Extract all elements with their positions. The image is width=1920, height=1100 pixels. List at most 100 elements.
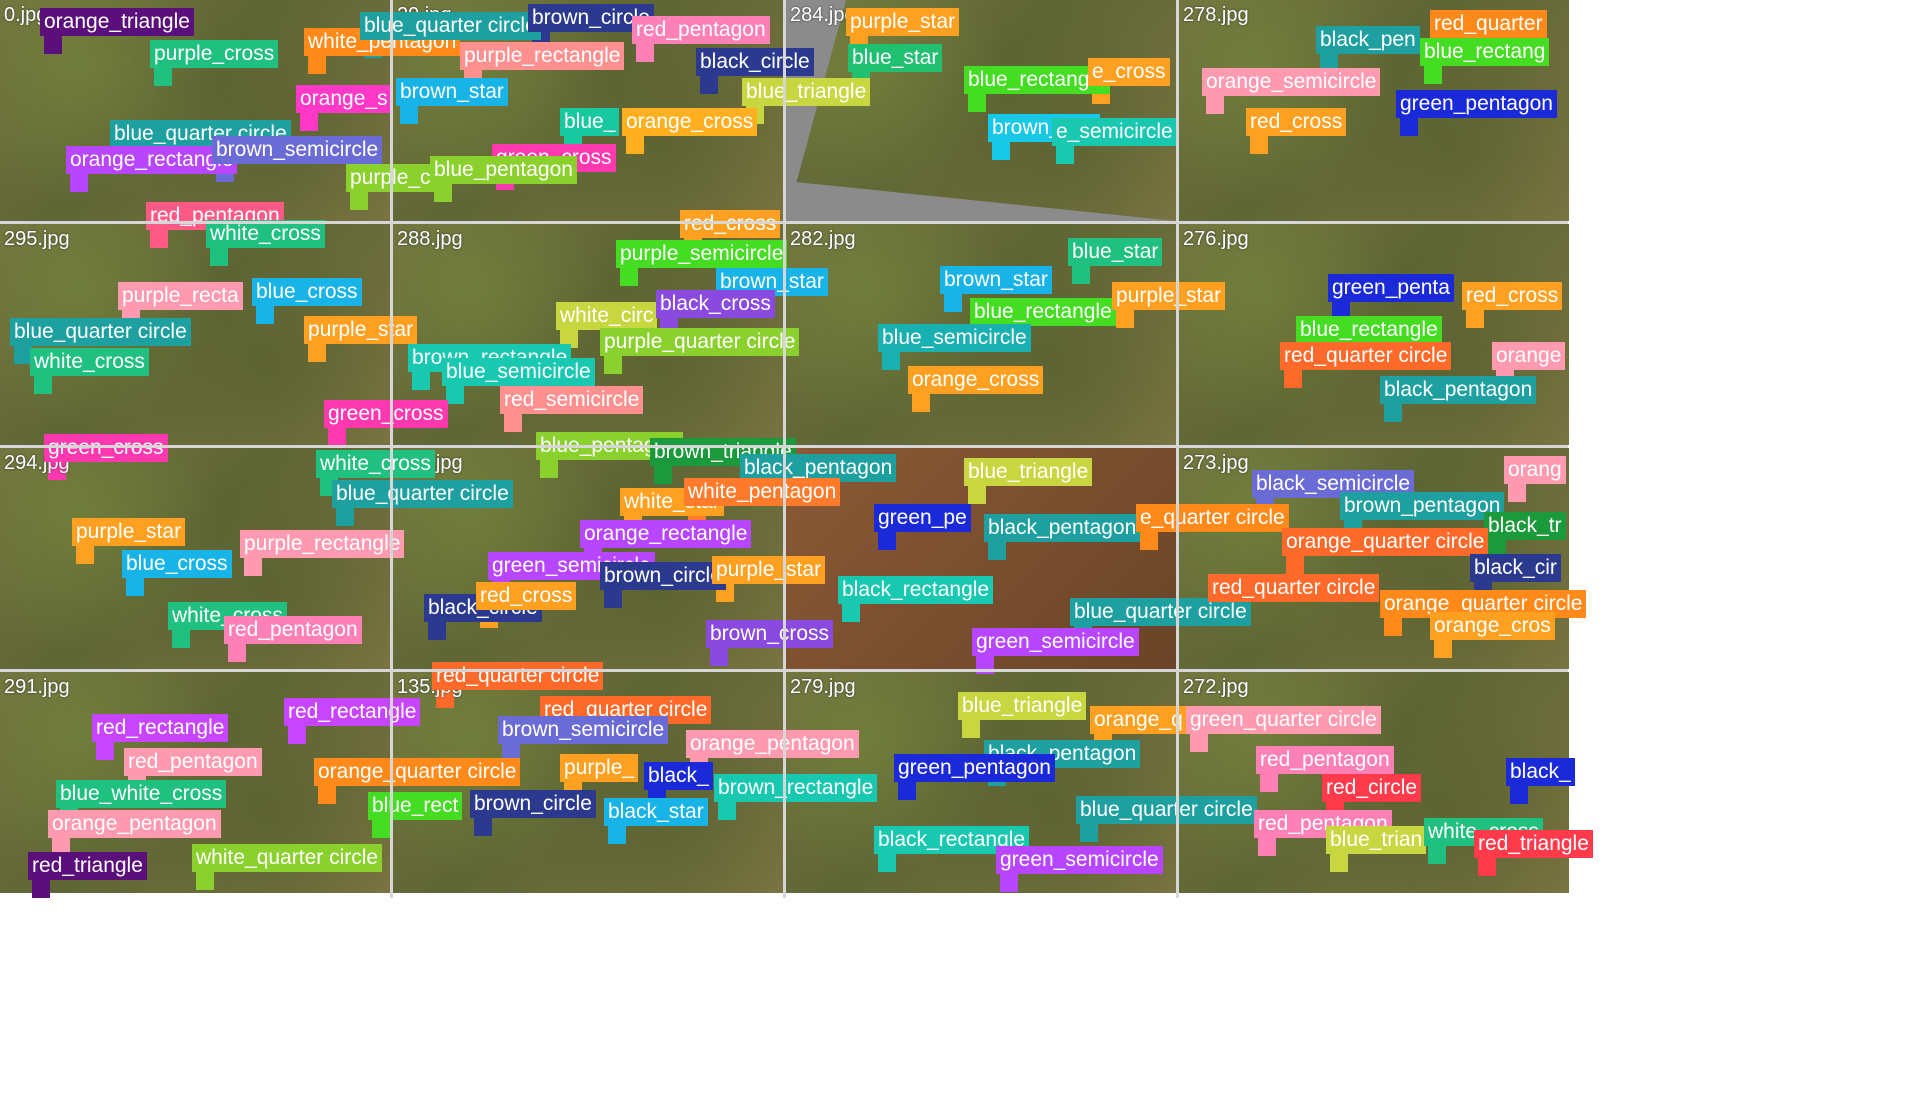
detection-label: green_cross (44, 434, 168, 462)
target-marker (542, 462, 556, 476)
detection-label: red_cross (680, 210, 781, 238)
detection-label: black_circle (696, 48, 814, 76)
target-marker (72, 176, 86, 190)
target-marker (1288, 558, 1302, 572)
detection-label: blue_star (848, 44, 943, 72)
detection-label: green_semicircle (996, 846, 1163, 874)
detection-label: black_rectangle (838, 576, 994, 604)
detection-label: purple_semicircle (616, 240, 788, 268)
target-marker (198, 874, 212, 888)
detection-label: orange (1492, 342, 1566, 370)
target-marker (506, 416, 520, 430)
detection-label: brown_pentagon (1340, 492, 1505, 520)
target-marker (702, 78, 716, 92)
tile-filename: 295.jpg (4, 228, 70, 250)
detection-label: blue_quarter circle (1070, 598, 1251, 626)
detection-label: orange_quarter circle (314, 758, 521, 786)
target-marker (448, 388, 462, 402)
detection-label: brown_star (940, 266, 1052, 294)
tile-filename: 288.jpg (397, 228, 463, 250)
target-marker (1208, 98, 1222, 112)
detection-label: blue_semicircle (878, 324, 1031, 352)
target-marker (1386, 406, 1400, 420)
detection-label: green_pe (874, 504, 971, 532)
target-marker (884, 354, 898, 368)
target-marker (720, 804, 734, 818)
detection-label: orange_s (296, 85, 392, 113)
target-marker (1386, 620, 1400, 634)
detection-label: orange_semicircle (1202, 68, 1381, 96)
detection-label: brown_rectangle (714, 774, 878, 802)
target-marker (844, 606, 858, 620)
detection-label: blue_rectangle (1296, 316, 1442, 344)
grid-divider (1176, 0, 1179, 898)
grid-divider (0, 221, 1568, 224)
detection-label: orange_cross (622, 108, 758, 136)
target-marker (352, 194, 366, 208)
detection-label: e_quarter circle (1136, 504, 1289, 532)
detection-label: white_pentagon (684, 478, 841, 506)
detection-label: blue_semicircle (442, 358, 595, 386)
detection-label: purple_rectangle (240, 530, 405, 558)
detection-label: blue_quarter circle (332, 480, 513, 508)
detection-label: blue_rectang (1420, 38, 1550, 66)
detection-label: orange_triangle (40, 8, 194, 36)
detection-label: green_cross (324, 400, 448, 428)
detection-label: blue_triangle (742, 78, 871, 106)
detection-label: red_cross (1246, 108, 1347, 136)
target-marker (970, 96, 984, 110)
target-marker (36, 378, 50, 392)
grid-divider (783, 0, 786, 898)
target-marker (302, 115, 316, 129)
tile-filename: 272.jpg (1183, 676, 1249, 698)
detection-label: brown_circle (470, 790, 596, 818)
detection-label: blue_quarter circle (1076, 796, 1257, 824)
detection-label: purple_star (712, 556, 826, 584)
detection-label: brown_star (396, 78, 508, 106)
grid-divider (390, 0, 393, 898)
detection-label: blue_triangle (964, 458, 1093, 486)
target-marker (1512, 788, 1526, 802)
detection-label: green_pentagon (894, 754, 1055, 782)
target-marker (1142, 534, 1156, 548)
detection-label: green_semicircle (972, 628, 1139, 656)
target-marker (638, 46, 652, 60)
detection-label: brown_circle (600, 562, 726, 590)
target-marker (128, 580, 142, 594)
target-marker (402, 108, 416, 122)
target-marker (900, 784, 914, 798)
detection-label: orange_q (1090, 706, 1187, 734)
detection-label: green_penta (1328, 274, 1454, 302)
target-marker (880, 534, 894, 548)
tile-filename: 291.jpg (4, 676, 70, 698)
target-marker (1260, 840, 1274, 854)
target-marker (610, 828, 624, 842)
target-marker (98, 744, 112, 758)
detection-label: black_ (644, 762, 713, 790)
target-marker (430, 624, 444, 638)
target-marker (946, 296, 960, 310)
grid-divider (0, 669, 1568, 672)
tile-filename: 282.jpg (790, 228, 856, 250)
detection-label: brown_cross (706, 620, 834, 648)
target-marker (1510, 486, 1524, 500)
detection-label: red_quarter circle (1208, 574, 1380, 602)
target-marker (414, 374, 428, 388)
detection-label: blue_triangle (958, 692, 1087, 720)
detection-label: orange_rectangle (580, 520, 752, 548)
target-marker (246, 560, 260, 574)
target-marker (964, 722, 978, 736)
target-marker (310, 346, 324, 360)
detection-label: orang (1504, 456, 1566, 484)
detection-label: blue_rectangle (970, 298, 1116, 326)
target-marker (46, 38, 60, 52)
detection-label: blue_star (1068, 238, 1163, 266)
detection-label: orange_cross (908, 366, 1044, 394)
detection-label: black_ (1506, 758, 1575, 786)
detection-label: red_cross (476, 582, 577, 610)
target-marker (320, 788, 334, 802)
target-marker (476, 820, 490, 834)
detection-label: brown_semicircle (212, 136, 383, 164)
target-marker (712, 650, 726, 664)
detection-label: blue_quarter circle (10, 318, 191, 346)
